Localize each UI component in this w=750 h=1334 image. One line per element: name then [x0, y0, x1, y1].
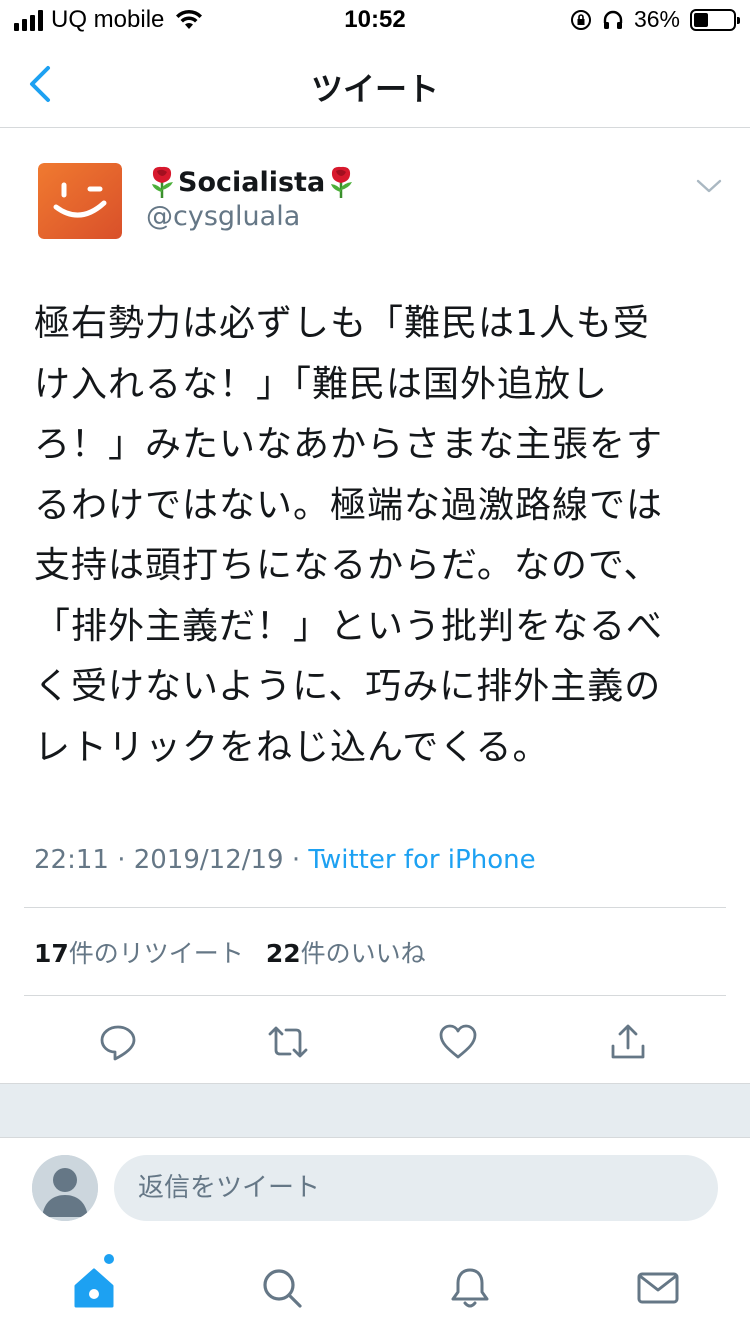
tweet-stats: 17件のリツイート 22件のいいね [34, 934, 426, 970]
retweet-icon [268, 1026, 308, 1058]
bell-icon [451, 1268, 489, 1308]
home-unread-dot [104, 1254, 114, 1264]
tweet-text-line: 「排外主義だ！」という批判をなるべ [34, 605, 664, 647]
smiley-logo [38, 163, 122, 239]
like-label: 件のいいね [300, 939, 426, 968]
tweet-text: 極右勢力は必ずしも「難民は1人も受 け入れるな！」「難民は国外追放し ろ！」みた… [34, 294, 724, 778]
headphones-icon [603, 10, 623, 29]
tweet-date: 2019/12/19 [133, 845, 284, 875]
home-icon [74, 1268, 114, 1308]
share-icon [611, 1024, 645, 1059]
tweet-text-line: 極右勢力は必ずしも「難民は1人も受 [34, 303, 650, 344]
page-title: ツイート [310, 70, 439, 108]
rose-emoji-icon [152, 166, 173, 198]
tab-bar [0, 1238, 750, 1334]
meta-separator: · [117, 845, 126, 875]
tweet-meta: 22:11 · 2019/12/19 · Twitter for iPhone [34, 845, 536, 875]
status-bar: UQ mobile 10:52 36% [0, 0, 750, 40]
share-button[interactable] [598, 1012, 658, 1072]
orientation-lock-icon [570, 9, 591, 30]
section-separator [0, 1083, 750, 1138]
reply-bar [0, 1138, 750, 1238]
default-avatar-icon [32, 1155, 98, 1221]
battery-icon [690, 8, 740, 31]
tweet-client-link[interactable]: Twitter for iPhone [308, 845, 535, 875]
reply-icon [100, 1025, 136, 1061]
reply-input[interactable] [114, 1155, 718, 1221]
tweet-text-line: け入れるな！」「難民は国外追放し [34, 363, 609, 405]
retweet-label: 件のリツイート [68, 939, 244, 968]
chevron-down-icon [696, 179, 722, 193]
divider [24, 907, 726, 908]
tweet-text-line: るわけではない。極端な過激路線では [34, 484, 664, 526]
like-button[interactable] [428, 1012, 488, 1072]
status-right: 36% [570, 6, 740, 33]
retweet-count: 17 [34, 939, 69, 968]
tweet-time: 22:11 [34, 845, 109, 875]
retweet-stat[interactable]: 17件のリツイート [34, 934, 244, 970]
like-count: 22 [265, 939, 301, 968]
tweet-text-line: ろ！」みたいなあからさまな主張をす [34, 424, 664, 465]
tab-home[interactable] [64, 1258, 124, 1318]
author-handle[interactable]: @cysgluala [146, 201, 300, 232]
tweet-text-line: レトリックをねじ込んでくる。 [34, 726, 550, 768]
envelope-icon [637, 1272, 679, 1304]
user-avatar[interactable] [32, 1155, 98, 1221]
reply-button[interactable] [88, 1012, 148, 1072]
tab-notifications[interactable] [440, 1258, 500, 1318]
meta-separator: · [291, 845, 301, 875]
tab-messages[interactable] [628, 1258, 688, 1318]
tweet-text-line: く受けないように、巧みに排外主義の [34, 666, 662, 707]
tweet-actions [0, 1012, 750, 1072]
author-display-name: Socialista [178, 166, 326, 198]
battery-percent: 36% [633, 6, 680, 32]
tweet-text-line: 支持は頭打ちになるからだ。なので、 [34, 545, 661, 586]
navigation-bar: ツイート [0, 40, 750, 128]
author-name-row[interactable]: Socialista [146, 164, 357, 200]
like-stat[interactable]: 22件のいいね [266, 934, 426, 970]
rose-emoji-icon [331, 166, 353, 198]
search-icon [263, 1269, 302, 1308]
heart-icon [439, 1024, 477, 1059]
tab-search[interactable] [252, 1258, 312, 1318]
divider [24, 995, 726, 996]
retweet-button[interactable] [258, 1012, 318, 1072]
tweet-menu-button[interactable] [694, 174, 724, 198]
author-avatar[interactable] [38, 163, 122, 239]
battery-level [694, 12, 708, 27]
